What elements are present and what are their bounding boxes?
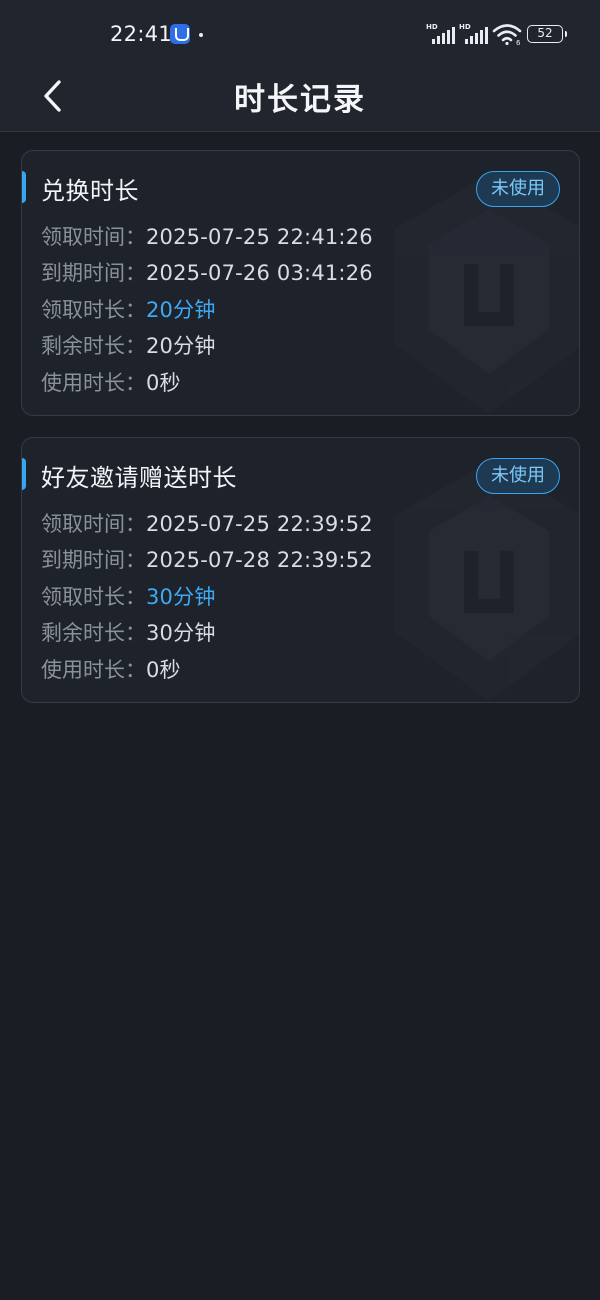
status-bar: 22:41 HD HD 6 52 — [0, 0, 600, 66]
shield-watermark-icon — [394, 461, 579, 701]
signal-hd-icon: HD — [426, 23, 456, 44]
field-value: 30分钟 — [146, 621, 216, 645]
battery-level: 52 — [537, 26, 553, 40]
field-value: 2025-07-25 22:39:52 — [146, 512, 373, 536]
field-label: 到期时间： — [41, 261, 146, 285]
card-title: 兑换时长 — [41, 177, 139, 205]
field-value: 0秒 — [146, 371, 181, 395]
field-value: 30分钟 — [146, 585, 216, 609]
field-value: 20分钟 — [146, 298, 216, 322]
status-badge: 未使用 — [476, 171, 560, 207]
field-label: 领取时间： — [41, 512, 146, 536]
battery-icon: 52 — [527, 25, 567, 43]
field-label: 剩余时长： — [41, 334, 146, 358]
page-title: 时长记录 — [234, 82, 366, 118]
status-time: 22:41 — [110, 22, 173, 46]
field-label: 领取时长： — [41, 298, 146, 322]
screen: 22:41 HD HD 6 52 时长记录 兑换时长 未使用 领取时间：2025… — [0, 0, 600, 1300]
card-accent-bar — [22, 458, 26, 490]
field-remaining-duration: 剩余时长：20分钟 — [41, 330, 216, 360]
field-label: 领取时间： — [41, 225, 146, 249]
field-used-duration: 使用时长：0秒 — [41, 654, 181, 684]
record-card[interactable]: 兑换时长 未使用 领取时间：2025-07-25 22:41:26 到期时间：2… — [21, 150, 580, 416]
field-label: 使用时长： — [41, 658, 146, 682]
app-notification-icon — [170, 24, 190, 44]
field-value: 0秒 — [146, 658, 181, 682]
field-label: 剩余时长： — [41, 621, 146, 645]
field-value: 20分钟 — [146, 334, 216, 358]
field-value: 2025-07-26 03:41:26 — [146, 261, 373, 285]
field-claim-time: 领取时间：2025-07-25 22:39:52 — [41, 508, 373, 538]
svg-text:6: 6 — [516, 39, 521, 45]
field-label: 使用时长： — [41, 371, 146, 395]
status-badge: 未使用 — [476, 458, 560, 494]
field-label: 到期时间： — [41, 548, 146, 572]
wifi-icon: 6 — [492, 24, 522, 45]
field-value: 2025-07-25 22:41:26 — [146, 225, 373, 249]
field-claim-time: 领取时间：2025-07-25 22:41:26 — [41, 221, 373, 251]
field-remaining-duration: 剩余时长：30分钟 — [41, 617, 216, 647]
field-label: 领取时长： — [41, 585, 146, 609]
shield-watermark-icon — [394, 174, 579, 414]
card-title: 好友邀请赠送时长 — [41, 464, 237, 492]
signal-hd-icon: HD — [459, 23, 489, 44]
field-expire-time: 到期时间：2025-07-26 03:41:26 — [41, 257, 373, 287]
nav-bar: 时长记录 — [0, 66, 600, 132]
record-card[interactable]: 好友邀请赠送时长 未使用 领取时间：2025-07-25 22:39:52 到期… — [21, 437, 580, 703]
field-expire-time: 到期时间：2025-07-28 22:39:52 — [41, 544, 373, 574]
field-value: 2025-07-28 22:39:52 — [146, 548, 373, 572]
notification-dot-icon — [199, 33, 203, 37]
field-claim-duration: 领取时长：30分钟 — [41, 581, 216, 611]
card-accent-bar — [22, 171, 26, 203]
field-used-duration: 使用时长：0秒 — [41, 367, 181, 397]
record-list: 兑换时长 未使用 领取时间：2025-07-25 22:41:26 到期时间：2… — [21, 150, 580, 724]
field-claim-duration: 领取时长：20分钟 — [41, 294, 216, 324]
